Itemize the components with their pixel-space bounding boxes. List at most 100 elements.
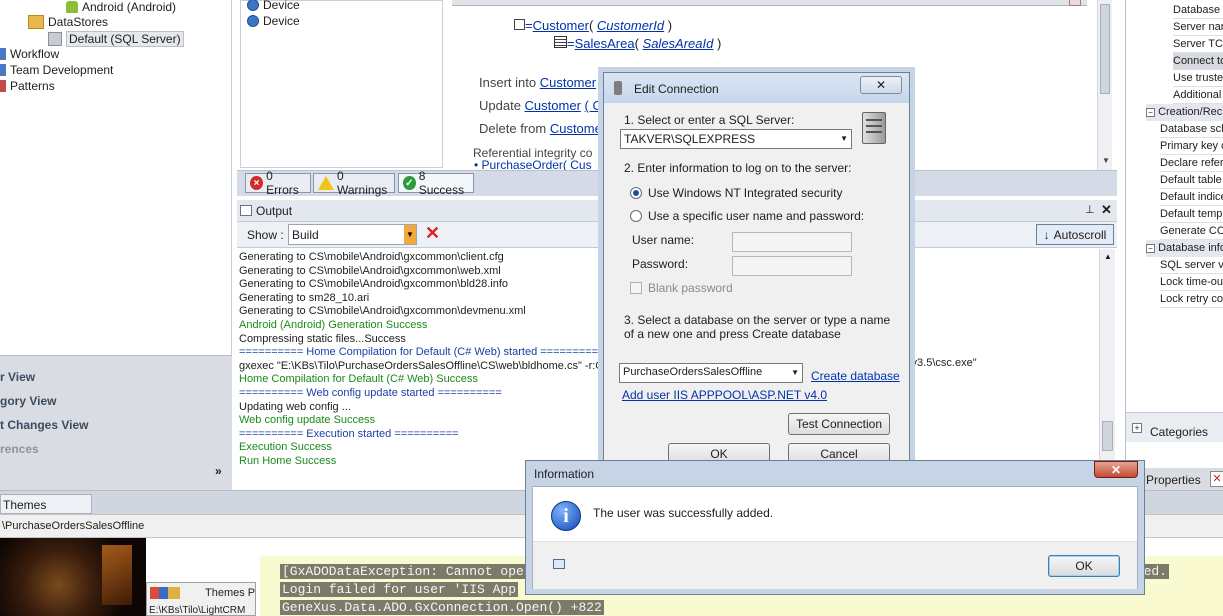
categories-label: Categories: [1150, 425, 1209, 439]
device-item-0[interactable]: Device: [247, 0, 300, 12]
pin-icon[interactable]: ⊥: [1085, 203, 1095, 216]
prop-top-1[interactable]: Server nar: [1173, 19, 1223, 36]
salesarea-id-link[interactable]: SalesAreaId: [643, 36, 714, 51]
close-icon[interactable]: ✕: [1101, 202, 1112, 218]
edit-connection-titlebar: Edit Connection ✕: [604, 73, 909, 103]
delete-customer-link[interactable]: Customer: [550, 121, 606, 136]
categories-bar[interactable]: + Categories: [1126, 412, 1223, 442]
output-line: Updating web config ...: [239, 400, 351, 413]
tree-item-default-sql[interactable]: Default (SQL Server): [48, 31, 184, 47]
path-text: \PurchaseOrdersSalesOffline: [2, 520, 145, 532]
device-list: Device Device: [240, 0, 443, 168]
output-line: Home Compilation for Default (C# Web) Su…: [239, 373, 478, 386]
workflow-icon: [0, 48, 6, 60]
tree-label-team-development: Team Development: [10, 63, 114, 77]
datastore-tools-icon: [48, 32, 62, 46]
add-user-link[interactable]: Add user IIS APPPOOL\ASP.NET v4.0: [622, 388, 827, 402]
update-line: Update Customer ( Cu: [479, 98, 610, 113]
expand-icon[interactable]: +: [1132, 423, 1142, 433]
scroll-up-icon[interactable]: ▲: [1104, 252, 1112, 261]
category-dbinfo[interactable]: − Database info: [1146, 240, 1223, 257]
update-customer-link[interactable]: Customer: [525, 98, 581, 113]
prop-creation-2[interactable]: Declare refer: [1160, 155, 1223, 172]
collapse-icon[interactable]: −: [1146, 108, 1155, 117]
error-line-3: GeneXus.Data.ADO.GxConnection.Open() +82…: [280, 600, 604, 615]
prop-creation-4[interactable]: Default indice: [1160, 189, 1223, 206]
output-scroll-thumb[interactable]: [1102, 421, 1113, 451]
view-item-3[interactable]: rences: [0, 442, 39, 456]
blank-password-checkbox[interactable]: [630, 282, 642, 294]
specific-user-label: Use a specific user name and password:: [648, 209, 865, 223]
category-creation[interactable]: − Creation/Rec: [1146, 104, 1223, 121]
chevron-down-icon[interactable]: ▼: [791, 368, 799, 377]
output-line: ========== Web config update started ===…: [239, 387, 502, 399]
insert-customer-link[interactable]: Customer: [540, 75, 596, 90]
views-more-icon[interactable]: »: [215, 464, 222, 478]
info-message: The user was successfully added.: [593, 506, 774, 520]
collapse-icon[interactable]: −: [1146, 244, 1155, 253]
prop-top-3[interactable]: Connect to: [1173, 53, 1223, 70]
chevron-down-icon[interactable]: ▼: [840, 134, 848, 143]
properties-tab[interactable]: Properties: [1146, 473, 1201, 487]
view-item-1[interactable]: gory View: [0, 394, 56, 408]
tree-item-android[interactable]: Android (Android): [66, 0, 176, 14]
create-database-link[interactable]: Create database: [811, 369, 900, 383]
prop-creation-6[interactable]: Generate CO: [1160, 223, 1223, 240]
errors-button[interactable]: × 0 Errors: [245, 169, 311, 197]
success-button[interactable]: ✓ 8 Success: [398, 169, 474, 197]
customer-link[interactable]: Customer: [533, 18, 589, 33]
chevron-down-icon[interactable]: ▼: [404, 225, 416, 244]
windows-security-radio[interactable]: [630, 187, 642, 199]
patterns-icon: [0, 80, 6, 92]
tree-item-datastores[interactable]: DataStores: [28, 15, 108, 29]
autoscroll-button[interactable]: ↓ Autoscroll: [1036, 224, 1114, 245]
view-item-2[interactable]: t Changes View: [0, 418, 88, 432]
prop-dbinfo-1[interactable]: Lock time-out: [1160, 274, 1223, 291]
step1-label: 1. Select or enter a SQL Server:: [624, 113, 795, 127]
clear-output-icon[interactable]: ✕: [425, 223, 440, 244]
mini-path: E:\KBs\Tilo\LightCRM: [149, 605, 246, 616]
specific-user-radio[interactable]: [630, 210, 642, 222]
code-scrollbar[interactable]: ▼: [1097, 0, 1112, 170]
datastores-icon: [28, 15, 44, 29]
prop-creation-3[interactable]: Default table: [1160, 172, 1223, 189]
show-select[interactable]: Build ▼: [288, 224, 417, 245]
copy-icon[interactable]: [553, 559, 565, 569]
close-icon[interactable]: ✕: [860, 76, 902, 94]
header-close-icon[interactable]: [1069, 0, 1081, 6]
info-body: i The user was successfully added. OK: [532, 486, 1138, 589]
prop-creation-1[interactable]: Primary key c: [1160, 138, 1223, 155]
device-item-1[interactable]: Device: [247, 14, 300, 28]
prop-top-5[interactable]: Additional: [1173, 87, 1223, 104]
tree-item-patterns[interactable]: Patterns: [0, 79, 55, 93]
info-ok-button[interactable]: OK: [1048, 555, 1120, 577]
sql-server-combo[interactable]: TAKVER\SQLEXPRESS ▼: [620, 129, 852, 149]
prop-creation-0[interactable]: Database sch: [1160, 121, 1223, 138]
password-field[interactable]: [732, 256, 852, 276]
database-combo[interactable]: PurchaseOrdersSalesOffline ▼: [619, 363, 803, 383]
prop-top-4[interactable]: Use truste: [1173, 70, 1223, 87]
output-scrollbar[interactable]: ▲: [1099, 249, 1115, 489]
info-title: Information: [534, 467, 595, 481]
salesarea-link[interactable]: SalesArea: [575, 36, 635, 51]
close-icon[interactable]: ✕: [1094, 461, 1138, 478]
prop-dbinfo-2[interactable]: Lock retry co: [1160, 291, 1223, 308]
prop-dbinfo-0[interactable]: SQL server v: [1160, 257, 1223, 274]
customer-id-link[interactable]: CustomerId: [597, 18, 664, 33]
themes-preview-tab[interactable]: Themes Preview: [0, 494, 92, 526]
username-field[interactable]: [732, 232, 852, 252]
view-item-0[interactable]: r View: [0, 370, 35, 384]
tools-icon[interactable]: ✕: [1210, 471, 1223, 487]
mini-themes-tab[interactable]: Themes P: [205, 587, 255, 599]
prop-creation-5[interactable]: Default temp: [1160, 206, 1223, 223]
test-connection-button[interactable]: Test Connection: [788, 413, 890, 435]
customer-line: =Customer( CustomerId ): [514, 18, 672, 33]
views-panel: r View gory View t Changes View rences »: [0, 355, 232, 490]
scroll-down-icon[interactable]: ▼: [1102, 156, 1110, 165]
tree-item-workflow[interactable]: Workflow: [0, 47, 59, 61]
code-scroll-thumb[interactable]: [1100, 4, 1110, 94]
tree-item-team-development[interactable]: Team Development: [0, 63, 113, 77]
prop-top-0[interactable]: Database: [1173, 2, 1223, 19]
warnings-button[interactable]: 0 Warnings: [313, 169, 395, 197]
prop-top-2[interactable]: Server TCI: [1173, 36, 1223, 53]
